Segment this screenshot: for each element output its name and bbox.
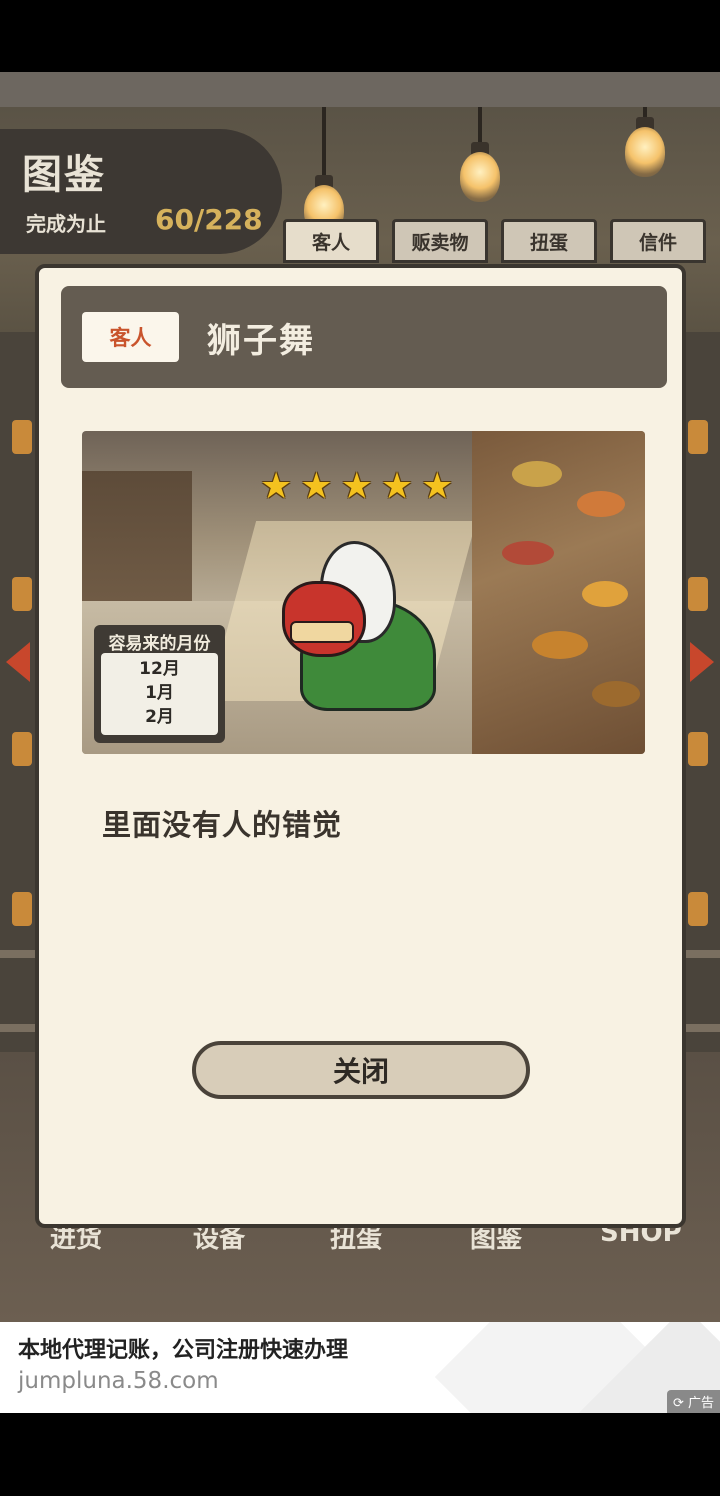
tab-gacha[interactable]: 扭蛋 [501, 219, 597, 263]
status-bar [0, 0, 720, 72]
ad-banner[interactable]: 本地代理记账，公司注册快速办理 jumpluna.58.com ⟳ 广告 [0, 1322, 720, 1413]
month-item: 12月 [139, 659, 180, 679]
months-list: 12月 1月 2月 [101, 653, 218, 735]
progress-value: 60/228 [155, 203, 263, 236]
produce-item [532, 631, 588, 659]
page-title: 图鉴 [22, 152, 106, 198]
light-bulb-icon [460, 152, 500, 202]
ad-title[interactable]: 本地代理记账，公司注册快速办理 [18, 1332, 348, 1364]
top-strip [0, 72, 720, 107]
month-item: 2月 [145, 707, 174, 727]
star-icon: ★ [421, 466, 454, 507]
collection-item-icon [688, 577, 708, 611]
star-icon: ★ [300, 466, 333, 507]
progress-label: 完成为止 [26, 212, 106, 236]
months-label: 容易来的月份 [108, 634, 211, 654]
close-button[interactable]: 关闭 [192, 1041, 530, 1099]
collection-item-icon [688, 892, 708, 926]
ad-tag-label: 广告 [687, 1396, 714, 1411]
lion-mask-icon [282, 581, 366, 657]
rating-stars: ★ ★ ★ ★ ★ [260, 469, 453, 505]
modal-header: 客人 狮子舞 [61, 286, 667, 388]
prev-page-arrow-icon[interactable] [6, 642, 30, 682]
months-box: 容易来的月份 12月 1月 2月 [94, 625, 225, 743]
produce-item [592, 681, 640, 707]
produce-item [577, 491, 625, 517]
star-icon: ★ [340, 466, 373, 507]
star-icon: ★ [260, 466, 293, 507]
character-name: 狮子舞 [207, 321, 315, 361]
month-item: 1月 [145, 683, 174, 703]
produce-item [512, 461, 562, 487]
tab-letters[interactable]: 信件 [610, 219, 706, 263]
character-scene-image: ★ ★ ★ ★ ★ 容易来的月份 12月 1月 2月 [82, 431, 645, 754]
navigation-bar-area [0, 1413, 720, 1496]
collection-item-icon [688, 420, 708, 454]
lion-mask-mouth [290, 621, 354, 643]
tab-goods[interactable]: 贩卖物 [392, 219, 488, 263]
collection-item-icon [12, 420, 32, 454]
collection-item-icon [688, 732, 708, 766]
ad-url[interactable]: jumpluna.58.com [18, 1368, 219, 1394]
ad-tag: ⟳ 广告 [666, 1390, 720, 1413]
next-page-arrow-icon[interactable] [690, 642, 714, 682]
light-bulb-icon [625, 127, 665, 177]
tab-customers[interactable]: 客人 [283, 219, 379, 263]
collection-item-icon [12, 892, 32, 926]
collection-item-icon [12, 577, 32, 611]
category-badge: 客人 [82, 312, 179, 362]
produce-item [582, 581, 628, 607]
produce-item [502, 541, 554, 565]
character-description: 里面没有人的错觉 [102, 808, 343, 842]
star-icon: ★ [380, 466, 414, 507]
character-detail-modal: 客人 狮子舞 ★ ★ ★ ★ ★ 容易来的月份 12月 1月 2月 里面没有人的… [35, 264, 686, 1228]
collection-item-icon [12, 732, 32, 766]
